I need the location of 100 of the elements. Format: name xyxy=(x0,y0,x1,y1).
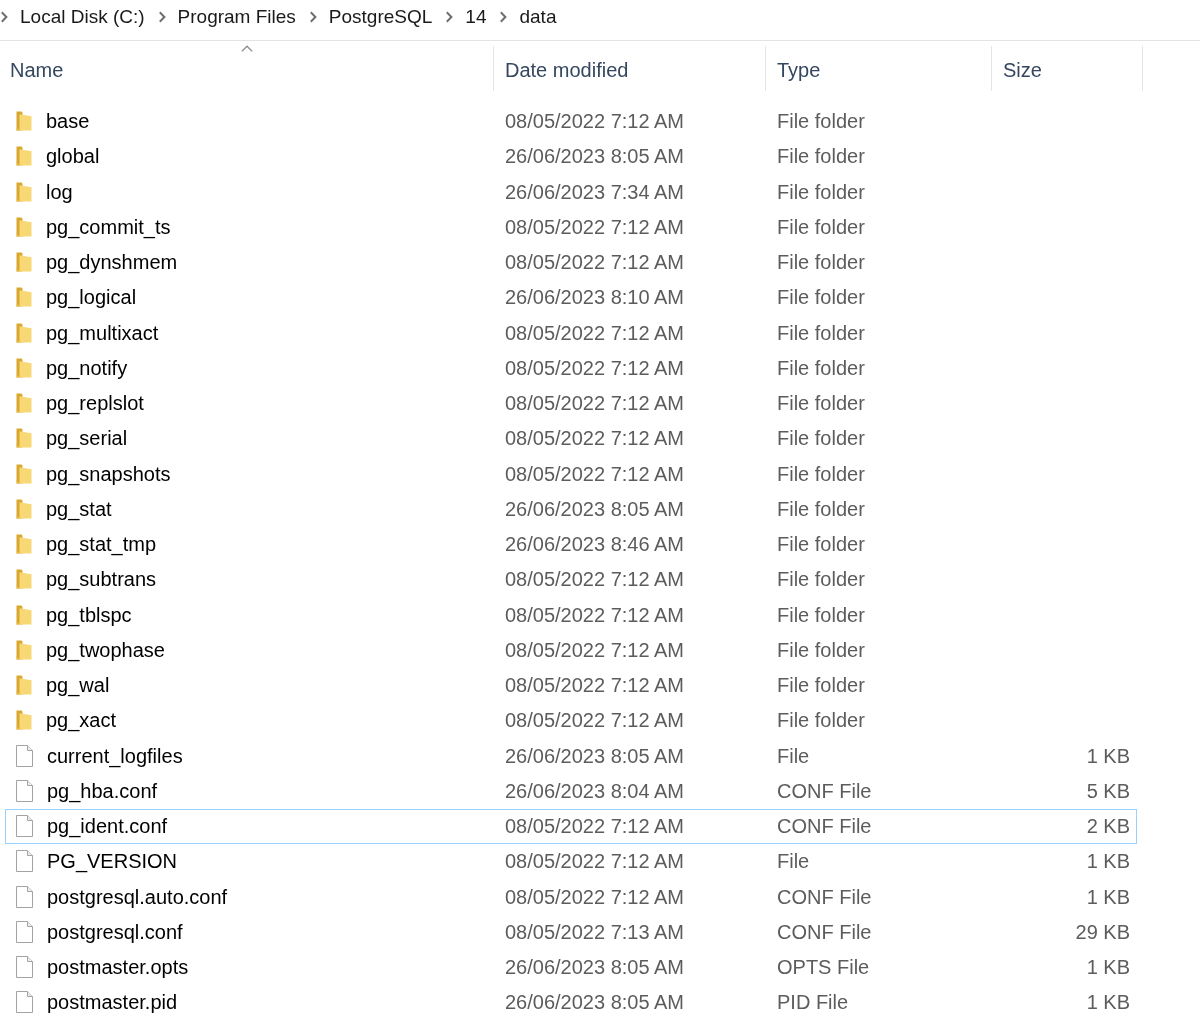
file-row[interactable]: global 26/06/2023 8:05 AM File folder xyxy=(5,138,1137,174)
modified-date: 08/05/2022 7:12 AM xyxy=(505,814,685,839)
file-type: File folder xyxy=(777,496,865,521)
folder-icon xyxy=(16,534,32,555)
file-row[interactable]: pg_tblspc 08/05/2022 7:12 AM File folder xyxy=(5,597,1137,633)
modified-date: 08/05/2022 7:12 AM xyxy=(505,320,685,345)
document-icon xyxy=(16,779,33,802)
document-icon xyxy=(16,956,33,979)
modified-date: 26/06/2023 7:34 AM xyxy=(505,179,685,204)
file-row[interactable]: pg_serial 08/05/2022 7:12 AM File folder xyxy=(5,420,1137,456)
file-name: log xyxy=(46,179,73,204)
modified-date: 08/05/2022 7:12 AM xyxy=(505,849,685,874)
chevron-icon[interactable] xyxy=(308,11,317,23)
folder-icon xyxy=(16,252,32,273)
file-type: CONF File xyxy=(777,919,872,944)
file-row[interactable]: postmaster.pid 26/06/2023 8:05 AM PID File 1 KB xyxy=(5,984,1137,1016)
file-type: File folder xyxy=(777,391,865,416)
file-size: 1 KB xyxy=(1086,849,1130,874)
file-name: pg_snapshots xyxy=(46,461,171,486)
file-row[interactable]: pg_commit_ts 08/05/2022 7:12 AM File folder xyxy=(5,209,1137,245)
column-header[interactable]: Date modified xyxy=(494,46,766,91)
modified-date: 08/05/2022 7:12 AM xyxy=(505,673,685,698)
file-row[interactable]: pg_stat 26/06/2023 8:05 AM File folder xyxy=(5,491,1137,527)
file-name: postgresql.conf xyxy=(47,919,183,944)
file-row[interactable]: postmaster.opts 26/06/2023 8:05 AM OPTS File 1 KB xyxy=(5,949,1137,985)
file-row[interactable]: log 26/06/2023 7:34 AM File folder xyxy=(5,174,1137,210)
chevron-icon[interactable] xyxy=(499,11,508,23)
folder-icon xyxy=(16,675,32,696)
file-size: 1 KB xyxy=(1086,743,1130,768)
chevron-icon[interactable] xyxy=(0,11,8,23)
file-size: 1 KB xyxy=(1086,884,1130,909)
breadcrumb-item[interactable]: Local Disk (C:) xyxy=(20,5,145,29)
file-row[interactable]: postgresql.conf 08/05/2022 7:13 AM CONF File 29 KB xyxy=(5,914,1137,950)
file-row[interactable]: base 08/05/2022 7:12 AM File folder xyxy=(5,103,1137,139)
file-row[interactable]: pg_wal 08/05/2022 7:12 AM File folder xyxy=(5,667,1137,703)
folder-icon xyxy=(16,393,32,414)
chevron-icon[interactable] xyxy=(157,11,166,23)
breadcrumb-item[interactable]: Program Files xyxy=(177,5,296,29)
file-row[interactable]: pg_ident.conf 08/05/2022 7:12 AM CONF File 2 KB xyxy=(5,808,1137,844)
file-name: PG_VERSION xyxy=(47,849,178,874)
modified-date: 26/06/2023 8:10 AM xyxy=(505,285,685,310)
breadcrumb-item[interactable]: PostgreSQL xyxy=(328,5,433,29)
file-type: File folder xyxy=(777,567,865,592)
modified-date: 26/06/2023 8:46 AM xyxy=(505,532,685,557)
file-name: pg_commit_ts xyxy=(46,214,171,239)
modified-date: 08/05/2022 7:12 AM xyxy=(505,602,685,627)
folder-icon xyxy=(16,181,32,202)
file-row[interactable]: pg_snapshots 08/05/2022 7:12 AM File folder xyxy=(5,456,1137,492)
file-row[interactable]: pg_multixact 08/05/2022 7:12 AM File folder xyxy=(5,315,1137,351)
breadcrumb-item[interactable]: data xyxy=(519,5,557,29)
file-type: File folder xyxy=(777,144,865,169)
file-row[interactable]: pg_xact 08/05/2022 7:12 AM File folder xyxy=(5,702,1137,738)
file-type: File folder xyxy=(777,320,865,345)
file-name: pg_wal xyxy=(46,673,110,698)
column-header[interactable]: Size xyxy=(992,46,1143,91)
file-row[interactable]: pg_logical 26/06/2023 8:10 AM File folder xyxy=(5,279,1137,315)
column-header[interactable]: Type xyxy=(766,46,992,91)
chevron-icon[interactable] xyxy=(445,11,454,23)
modified-date: 26/06/2023 8:05 AM xyxy=(505,144,685,169)
file-row[interactable]: pg_subtrans 08/05/2022 7:12 AM File folder xyxy=(5,561,1137,597)
file-type: CONF File xyxy=(777,778,872,803)
file-row[interactable]: current_logfiles 26/06/2023 8:05 AM File 1 KB xyxy=(5,738,1137,774)
folder-icon xyxy=(16,463,32,484)
file-row[interactable]: pg_hba.conf 26/06/2023 8:04 AM CONF File 5 KB xyxy=(5,773,1137,809)
file-row[interactable]: pg_replslot 08/05/2022 7:12 AM File folder xyxy=(5,385,1137,421)
folder-icon xyxy=(16,216,32,237)
file-row[interactable]: PG_VERSION 08/05/2022 7:12 AM File 1 KB xyxy=(5,843,1137,879)
file-name: pg_dynshmem xyxy=(46,250,178,275)
folder-icon xyxy=(16,146,32,167)
file-type: File folder xyxy=(777,109,865,134)
modified-date: 08/05/2022 7:13 AM xyxy=(505,919,685,944)
folder-icon xyxy=(16,569,32,590)
folder-icon xyxy=(16,498,32,519)
file-name: pg_xact xyxy=(46,708,117,733)
file-size: 1 KB xyxy=(1086,990,1130,1015)
modified-date: 26/06/2023 8:05 AM xyxy=(505,955,685,980)
folder-icon xyxy=(16,710,32,731)
file-row[interactable]: pg_twophase 08/05/2022 7:12 AM File folder xyxy=(5,632,1137,668)
file-name: pg_tblspc xyxy=(46,602,132,627)
file-name: postgresql.auto.conf xyxy=(47,884,228,909)
file-row[interactable]: pg_stat_tmp 26/06/2023 8:46 AM File folder xyxy=(5,526,1137,562)
breadcrumb-item[interactable]: 14 xyxy=(465,5,487,29)
folder-icon xyxy=(16,604,32,625)
file-row[interactable]: pg_dynshmem 08/05/2022 7:12 AM File folder xyxy=(5,244,1137,280)
file-type: CONF File xyxy=(777,814,872,839)
modified-date: 08/05/2022 7:12 AM xyxy=(505,426,685,451)
file-type: CONF File xyxy=(777,884,872,909)
file-name: postmaster.opts xyxy=(47,955,189,980)
modified-date: 08/05/2022 7:12 AM xyxy=(505,884,685,909)
file-row[interactable]: pg_notify 08/05/2022 7:12 AM File folder xyxy=(5,350,1137,386)
file-type: File folder xyxy=(777,602,865,627)
file-size: 2 KB xyxy=(1086,814,1130,839)
document-icon xyxy=(16,744,33,767)
file-type: File folder xyxy=(777,426,865,451)
file-row[interactable]: postgresql.auto.conf 08/05/2022 7:12 AM CONF File 1 KB xyxy=(5,879,1137,915)
file-type: File folder xyxy=(777,214,865,239)
column-header[interactable]: Name xyxy=(0,46,494,91)
modified-date: 08/05/2022 7:12 AM xyxy=(505,214,685,239)
file-type: File folder xyxy=(777,285,865,310)
file-type: File folder xyxy=(777,461,865,486)
